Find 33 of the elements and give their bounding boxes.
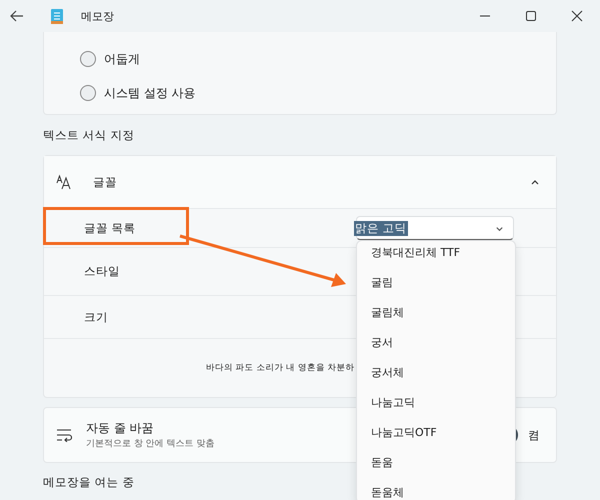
section-heading: 텍스트 서식 지정 <box>43 127 136 144</box>
section-heading: 메모장을 여는 중 <box>43 475 134 489</box>
font-header[interactable]: 글꼴 <box>44 156 556 209</box>
font-option[interactable]: 돋움 <box>357 447 515 477</box>
radio-option[interactable]: 시스템 설정 사용 <box>80 76 556 110</box>
font-option[interactable]: 나눔고딕 <box>357 387 515 417</box>
maximize-icon[interactable] <box>525 10 537 22</box>
wrap-icon <box>56 428 72 442</box>
back-icon[interactable] <box>10 9 24 23</box>
toggle-state: 켬 <box>528 428 540 442</box>
font-option[interactable]: 굴림 <box>357 267 515 297</box>
close-icon[interactable] <box>571 10 583 22</box>
font-option[interactable]: 궁서 <box>357 327 515 357</box>
radio-option[interactable]: 어둡게 <box>80 42 556 76</box>
font-title: 글꼴 <box>93 174 118 190</box>
font-option[interactable]: 나눔고딕OTF <box>357 417 515 447</box>
setting-title: 자동 줄 바꿈 <box>86 420 154 437</box>
font-icon <box>56 174 72 190</box>
setting-label: 크기 <box>84 310 108 324</box>
selected-font: 맑은 고딕 <box>354 220 408 236</box>
font-option[interactable]: 경북대진리체 TTF <box>357 241 515 267</box>
font-dropdown[interactable]: 맑은 고딕 <box>356 216 514 240</box>
font-option[interactable]: 돋움체 <box>357 477 515 500</box>
font-option[interactable]: 굴림체 <box>357 297 515 327</box>
notepad-icon <box>51 8 63 24</box>
window-title: 메모장 <box>81 8 114 24</box>
setting-description: 기본적으로 창 안에 텍스트 맞춤 <box>86 438 214 450</box>
font-option[interactable]: 궁서체 <box>357 357 515 387</box>
radio-label: 어둡게 <box>104 50 140 68</box>
setting-label: 글꼴 목록 <box>84 220 136 236</box>
preview-text: 바다의 파도 소리가 내 영혼을 차분하 <box>206 362 355 374</box>
setting-label: 스타일 <box>84 264 120 279</box>
radio-label: 시스템 설정 사용 <box>104 84 196 102</box>
